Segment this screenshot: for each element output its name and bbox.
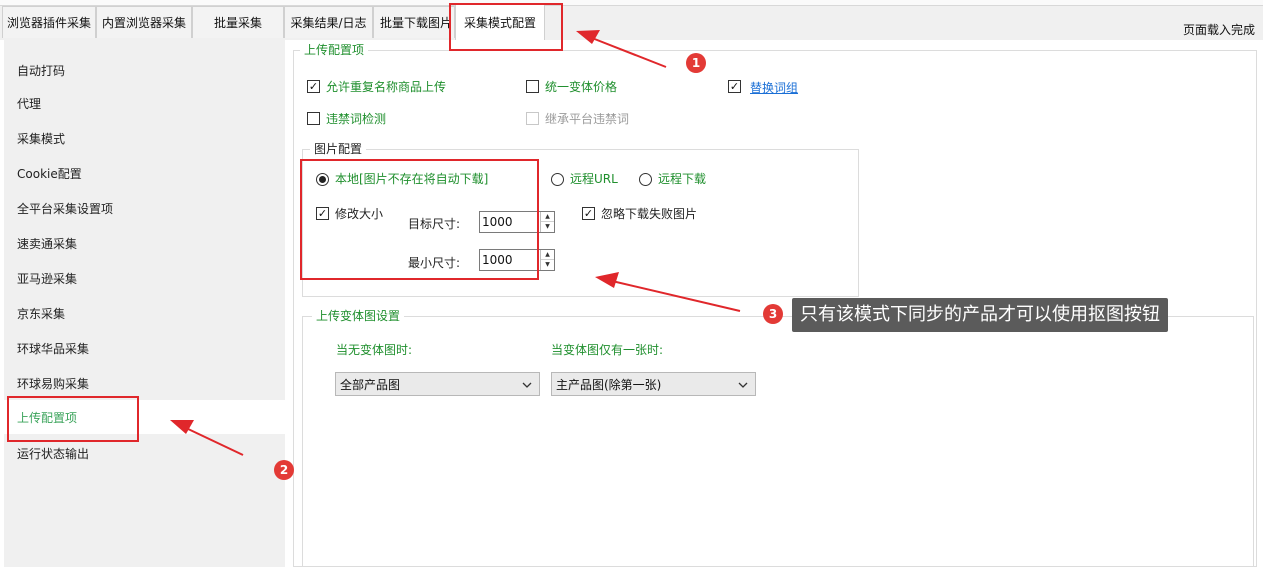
target-size-stepper-buttons: ▲ ▼ bbox=[540, 212, 554, 232]
unify-variant-price-label[interactable]: 统一变体价格 bbox=[545, 80, 617, 94]
remote-url-label[interactable]: 远程URL bbox=[570, 172, 618, 186]
annotation-box-sidebar bbox=[7, 396, 139, 442]
upload-config-title: 上传配置项 bbox=[300, 43, 369, 57]
allow-duplicate-checkbox[interactable]: ✓ bbox=[307, 80, 320, 93]
remote-download-label[interactable]: 远程下载 bbox=[658, 172, 706, 186]
increment-arrow-icon[interactable]: ▲ bbox=[541, 212, 554, 222]
sidebar-item-aliexpress[interactable]: 速卖通采集 bbox=[4, 227, 285, 259]
variant-image-title: 上传变体图设置 bbox=[312, 309, 405, 323]
sidebar-item-cookie[interactable]: Cookie配置 bbox=[4, 157, 285, 189]
sidebar-item-jd[interactable]: 京东采集 bbox=[4, 297, 285, 329]
sidebar-item-captcha[interactable]: 自动打码 bbox=[4, 54, 285, 86]
no-variant-label: 当无变体图时: bbox=[336, 343, 413, 357]
allow-duplicate-label[interactable]: 允许重复名称商品上传 bbox=[326, 80, 446, 94]
chevron-down-icon bbox=[738, 382, 748, 388]
annotation-box-image-config bbox=[300, 159, 539, 280]
sidebar-item-huanqiu-yigou[interactable]: 环球易购采集 bbox=[4, 367, 285, 399]
inherit-banned-checkbox bbox=[526, 112, 539, 125]
replace-wordgroup-checkbox[interactable]: ✓ bbox=[728, 80, 741, 93]
tab-batch-download[interactable]: 批量下载图片 bbox=[373, 6, 455, 38]
unify-variant-price-checkbox[interactable] bbox=[526, 80, 539, 93]
sidebar: 自动打码 代理 采集模式 Cookie配置 全平台采集设置项 速卖通采集 亚马逊… bbox=[4, 40, 285, 567]
status-text: 页面载入完成 bbox=[1182, 23, 1255, 37]
increment-arrow-icon[interactable]: ▲ bbox=[541, 250, 554, 260]
annotation-badge-1: 1 bbox=[686, 53, 706, 73]
tab-results-log[interactable]: 采集结果/日志 bbox=[284, 6, 373, 38]
image-config-title: 图片配置 bbox=[310, 142, 367, 156]
annotation-badge-2: 2 bbox=[274, 460, 294, 480]
sidebar-item-proxy[interactable]: 代理 bbox=[4, 87, 285, 119]
sidebar-item-all-platform[interactable]: 全平台采集设置项 bbox=[4, 192, 285, 224]
sidebar-item-collect-mode[interactable]: 采集模式 bbox=[4, 122, 285, 154]
tab-browser-plugin[interactable]: 浏览器插件采集 bbox=[2, 6, 96, 38]
one-variant-label: 当变体图仅有一张时: bbox=[551, 343, 664, 357]
annotation-badge-3: 3 bbox=[763, 304, 783, 324]
sidebar-item-huanqiu-huapin[interactable]: 环球华品采集 bbox=[4, 332, 285, 364]
tab-batch-collect[interactable]: 批量采集 bbox=[192, 6, 284, 38]
remote-download-radio[interactable] bbox=[639, 173, 652, 186]
remote-url-radio[interactable] bbox=[551, 173, 564, 186]
ignore-failed-checkbox[interactable]: ✓ bbox=[582, 207, 595, 220]
one-variant-select[interactable]: 主产品图(除第一张) bbox=[551, 372, 756, 396]
chevron-down-icon bbox=[522, 382, 532, 388]
banned-word-check-label[interactable]: 违禁词检测 bbox=[326, 112, 386, 126]
no-variant-select[interactable]: 全部产品图 bbox=[335, 372, 540, 396]
tab-bar: 浏览器插件采集 内置浏览器采集 批量采集 采集结果/日志 批量下载图片 采集模式… bbox=[0, 0, 1263, 40]
decrement-arrow-icon[interactable]: ▼ bbox=[541, 222, 554, 232]
annotation-box-tab bbox=[449, 3, 563, 51]
banned-word-check-checkbox[interactable] bbox=[307, 112, 320, 125]
decrement-arrow-icon[interactable]: ▼ bbox=[541, 260, 554, 270]
ignore-failed-label[interactable]: 忽略下载失败图片 bbox=[601, 207, 697, 221]
no-variant-select-value: 全部产品图 bbox=[340, 377, 401, 392]
annotation-tooltip: 只有该模式下同步的产品才可以使用抠图按钮 bbox=[792, 298, 1168, 332]
inherit-banned-label: 继承平台违禁词 bbox=[545, 112, 630, 126]
sidebar-item-amazon[interactable]: 亚马逊采集 bbox=[4, 262, 285, 294]
min-size-stepper-buttons: ▲ ▼ bbox=[540, 250, 554, 270]
variant-image-group bbox=[302, 316, 1254, 567]
tab-builtin-browser[interactable]: 内置浏览器采集 bbox=[96, 6, 192, 38]
replace-wordgroup-link[interactable]: 替换词组 bbox=[750, 81, 798, 95]
one-variant-select-value: 主产品图(除第一张) bbox=[556, 377, 662, 392]
